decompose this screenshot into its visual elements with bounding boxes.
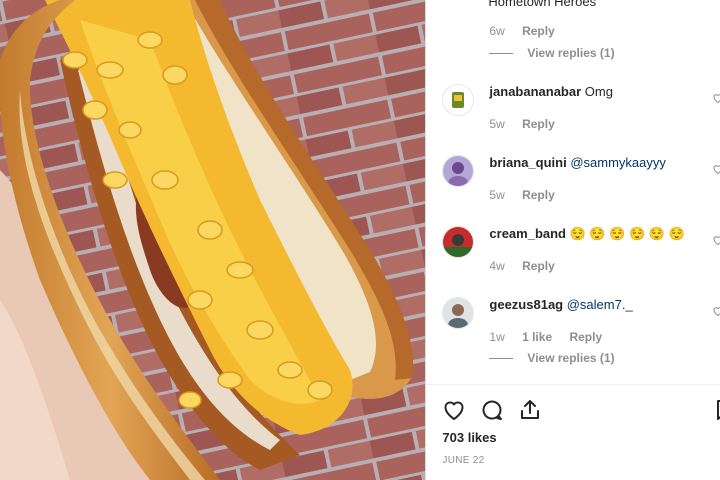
comment-meta: 5w Reply [489,117,568,131]
comment-text: cream_band 😌 😌 😌 😌 😌 😌 [489,226,684,242]
comment-username[interactable]: cream_band [489,226,566,241]
like-comment-heart-icon[interactable] [712,92,720,104]
reply-button[interactable]: Reply [522,117,555,131]
comments-panel: Hometown Heroes 6w Reply View replies (1… [425,0,720,480]
avatar[interactable] [442,226,475,258]
comment-username[interactable]: janabananabar [489,84,581,99]
reply-button[interactable]: Reply [522,259,555,273]
comment-meta: 1w 1 like Reply [489,330,616,344]
comment-meta: 5w Reply [489,188,568,202]
comment-time: 5w [489,117,505,131]
reply-button[interactable]: Reply [569,330,602,344]
comment-like-count[interactable]: 1 like [522,330,552,344]
comment-text: janabananabar Omg [489,84,613,99]
comment-time: 6w [489,24,505,38]
instagram-post-view: Hometown Heroes 6w Reply View replies (1… [0,0,720,480]
comment-meta: 6w Reply [489,24,568,38]
replies-line [489,53,514,55]
actions-divider [426,384,720,385]
view-replies-label: View replies (1) [527,46,615,60]
bookmark-icon[interactable] [712,398,720,422]
post-date: JUNE 22 [442,455,485,466]
comment-time: 4w [489,259,505,273]
comment-body: Omg [584,84,613,99]
comment-time: 5w [489,188,505,202]
post-actions-bar [442,398,720,424]
like-comment-heart-icon[interactable] [712,305,720,317]
view-replies-button[interactable]: View replies (1) [489,351,615,365]
comment-text: briana_quini @sammykaayyy [489,155,665,170]
view-replies-label: View replies (1) [527,351,615,365]
reply-button[interactable]: Reply [522,188,555,202]
view-replies-button[interactable]: View replies (1) [489,46,615,60]
comment-meta: 4w Reply [489,259,568,273]
comment-icon[interactable] [480,398,504,422]
comment-mention[interactable]: @sammykaayyy [570,155,666,170]
comment-text: geezus81ag @salem7._ [489,297,632,312]
replies-line [489,358,514,360]
likes-count[interactable]: 703 likes [442,430,496,445]
comment-username[interactable]: geezus81ag [489,297,563,312]
comment-emoji: 😌 😌 😌 😌 😌 😌 [569,226,685,241]
comment-username[interactable]: briana_quini [489,155,566,170]
like-comment-heart-icon[interactable] [712,234,720,246]
reply-button[interactable]: Reply [522,24,555,38]
comment-mention[interactable]: @salem7._ [567,297,633,312]
heart-icon[interactable] [442,398,466,422]
like-comment-heart-icon[interactable] [712,163,720,175]
hoagie-image [0,0,426,480]
truncated-comment-text: Hometown Heroes [488,0,597,9]
avatar[interactable] [442,297,475,329]
avatar[interactable] [442,155,475,187]
comment-time: 1w [489,330,505,344]
avatar[interactable] [442,84,475,116]
post-photo [0,0,426,480]
share-icon[interactable] [518,398,542,422]
